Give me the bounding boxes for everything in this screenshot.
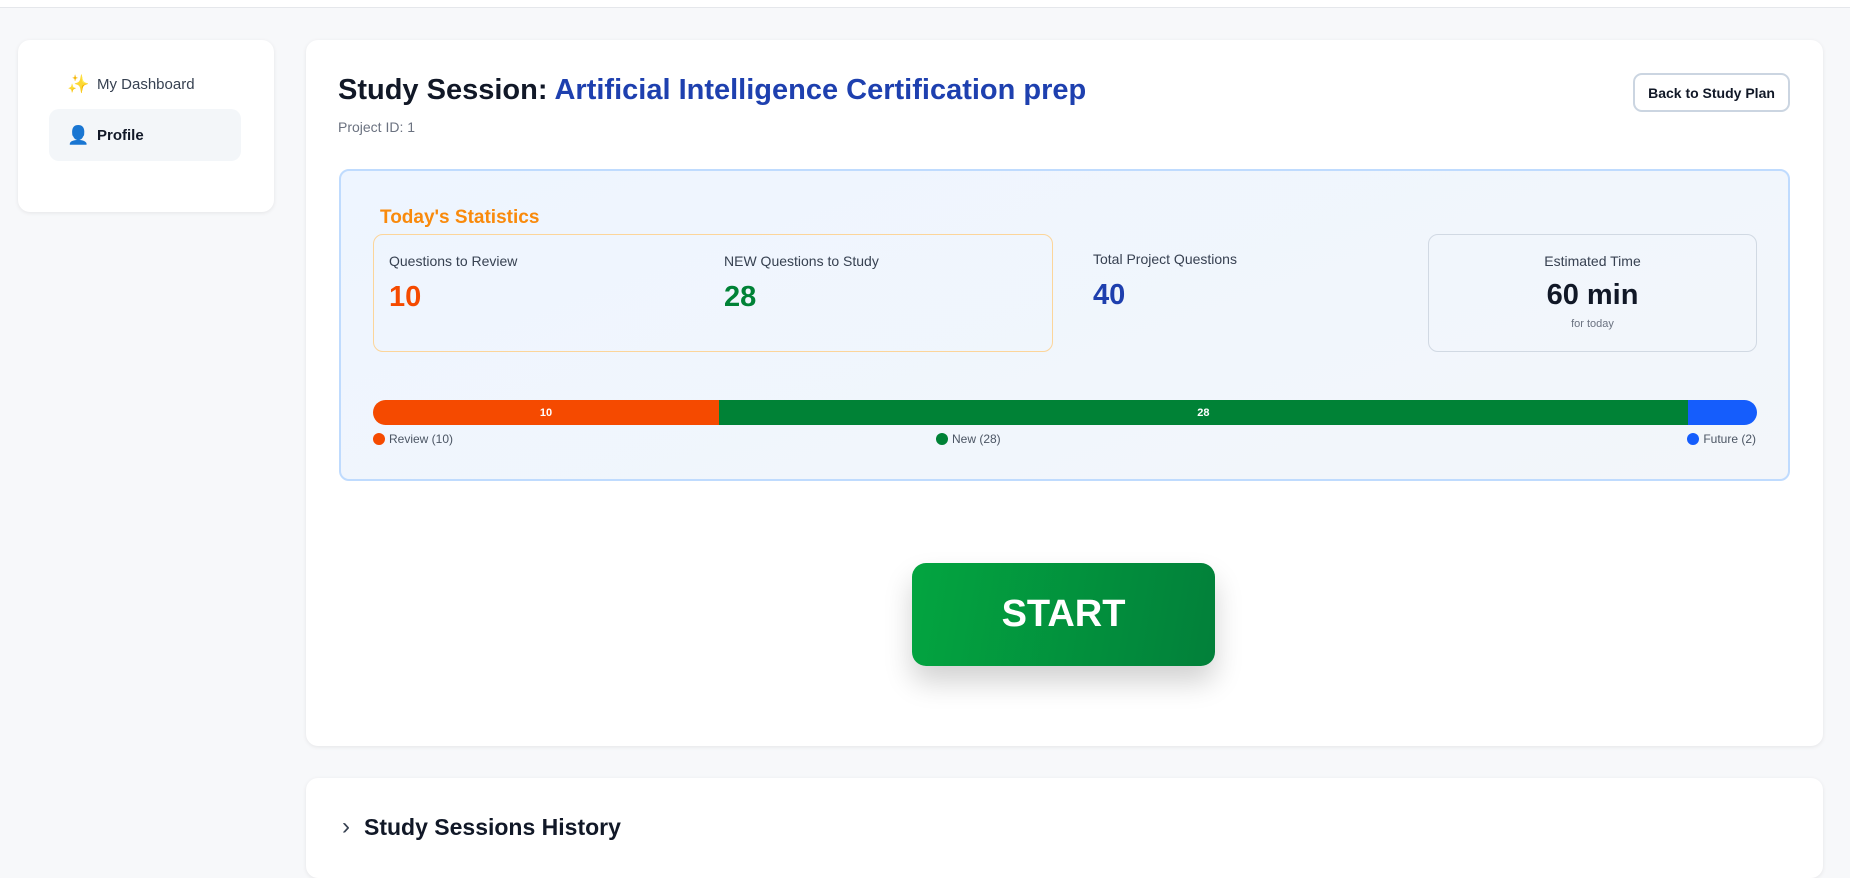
sparkles-icon: ✨ [67,73,90,94]
review-value: 10 [389,281,422,313]
study-sessions-history[interactable]: › Study Sessions History [306,778,1823,878]
new-value: 28 [724,281,757,313]
sidebar-item-profile[interactable]: 👤 Profile [49,109,241,161]
legend-label: Review (10) [389,432,454,446]
review-label: Questions to Review [389,253,518,269]
project-id: Project ID: 1 [338,119,416,135]
user-icon: 👤 [67,124,90,145]
history-title: Study Sessions History [364,813,621,840]
sidebar-item-dashboard[interactable]: ✨ My Dashboard [49,58,241,110]
total-label: Total Project Questions [1093,251,1237,267]
sidebar-item-label: My Dashboard [97,75,195,93]
sidebar-item-label: Profile [97,126,144,144]
chevron-right-icon[interactable]: › [342,813,350,841]
progress-bar: 10 28 [373,400,1757,425]
estimated-time-box: Estimated Time 60 min for today [1428,234,1757,352]
time-label: Estimated Time [1544,253,1641,269]
title-prefix: Study Session: [338,74,548,106]
statistics-heading: Today's Statistics [380,207,540,228]
top-bar [0,0,1850,8]
time-sub: for today [1571,318,1614,330]
project-name: Artificial Intelligence Certification pr… [554,74,1087,106]
legend-review: Review (10) [373,432,453,446]
today-questions-box: Questions to Review 10 NEW Questions to … [373,234,1053,352]
legend-new: New (28) [936,432,1001,446]
time-value: 60 min [1546,279,1639,311]
legend-dot-icon [1687,433,1700,445]
progress-segment-review: 10 [373,400,719,425]
page-title: Study Session: Artificial Intelligence C… [338,74,1086,107]
new-label: NEW Questions to Study [724,253,879,269]
legend-future: Future (2) [1687,432,1756,446]
back-to-study-plan-button[interactable]: Back to Study Plan [1633,73,1790,112]
study-session-card: Study Session: Artificial Intelligence C… [306,40,1823,746]
legend-dot-icon [936,433,948,445]
total-value: 40 [1093,279,1126,311]
legend-label: Future (2) [1703,432,1756,446]
start-button[interactable]: START [912,563,1215,666]
legend-dot-icon [373,433,385,445]
progress-segment-new: 28 [719,400,1688,425]
legend-label: New (28) [952,432,1001,446]
progress-segment-future [1687,400,1757,425]
sidebar: ✨ My Dashboard 👤 Profile [18,40,274,212]
todays-statistics-panel: Today's Statistics Questions to Review 1… [339,169,1790,481]
